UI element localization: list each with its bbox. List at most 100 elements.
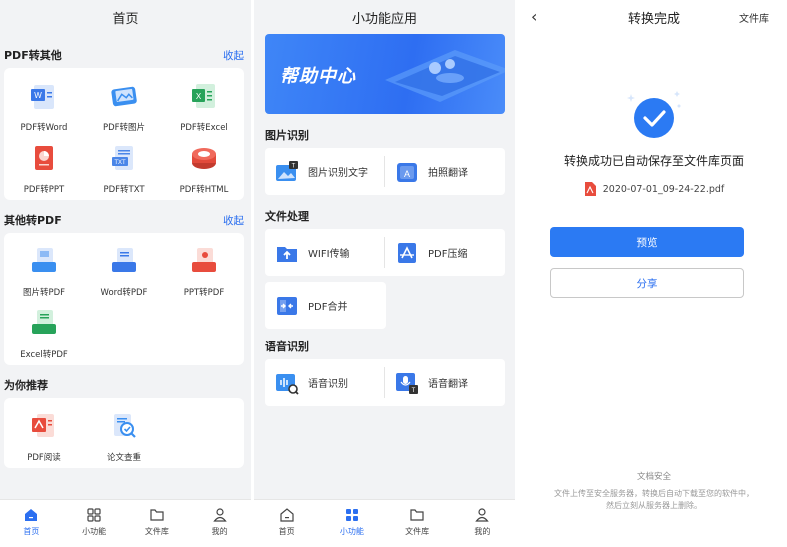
back-icon[interactable]: ‹ (531, 7, 537, 26)
other-to-pdf-card: 图片转PDF Word转PDF PPT转PDF Excel转PDF (4, 233, 244, 365)
library-link[interactable]: 文件库 (739, 10, 769, 25)
home-icon (280, 508, 294, 522)
pdf-file-icon (584, 182, 596, 196)
grid-item-label: 图片转PDF (22, 288, 66, 298)
tool-image-ocr[interactable]: T 图片识别文字 (265, 148, 385, 195)
tab-label: 我的 (211, 527, 228, 536)
grid-item-label: PPT转PDF (183, 288, 225, 298)
collapse-button[interactable]: 收起 (223, 48, 244, 63)
txt-doc-icon: TXT (112, 146, 133, 170)
grid-icon (345, 509, 358, 521)
image-to-pdf-icon (32, 248, 56, 272)
bottom-tab-bar: 首页 小功能 文件库 我的 (254, 499, 515, 547)
grid-item-word-to-pdf[interactable]: Word转PDF (84, 239, 164, 301)
grid-item-image-to-pdf[interactable]: 图片转PDF (4, 239, 84, 301)
group-title: 文件处理 (265, 210, 309, 223)
tab-me[interactable]: 我的 (188, 500, 251, 547)
grid-item-label: PDF转TXT (103, 185, 145, 195)
banner-title: 帮助中心 (280, 66, 356, 87)
preview-button[interactable]: 预览 (550, 227, 744, 257)
home-screen: 首页 PDF转其他 收起 W PDF转Word PDF转图片 X PDF转Exc… (0, 0, 251, 547)
result-screen: ‹ 转换完成 文件库 转换成功已自动保存至文件库页面 2020-07-01_09… (521, 0, 787, 547)
tab-label: 小功能 (339, 527, 364, 536)
grid-item-pdf-to-image[interactable]: PDF转图片 (84, 74, 164, 136)
tab-home[interactable]: 首页 (254, 500, 319, 547)
grid-item-label: Excel转PDF (20, 350, 68, 360)
voice-recognition-icon (276, 373, 299, 395)
person-icon (475, 508, 490, 522)
grid-item-ppt-to-pdf[interactable]: PPT转PDF (164, 239, 244, 301)
grid-item-label: 论文查重 (106, 453, 141, 463)
grid-item-pdf-to-excel[interactable]: X PDF转Excel (164, 74, 244, 136)
word-doc-icon: W (31, 85, 54, 109)
bottom-tab-bar: 首页 小功能 文件库 我的 (0, 499, 251, 547)
section-title: 为你推荐 (4, 379, 48, 392)
check-circle-icon (627, 91, 681, 138)
security-description: 文件上传至安全服务器，转换后自动下载至您的软件中，然后立刻从服务器上删除。 (554, 489, 754, 510)
tab-tools[interactable]: 小功能 (319, 500, 384, 547)
recommend-card: PDF阅读 论文查重 (4, 398, 244, 468)
collapse-button[interactable]: 收起 (223, 213, 244, 228)
svg-text:T: T (292, 163, 296, 169)
excel-to-pdf-icon (32, 310, 56, 334)
group-title: 语音识别 (265, 340, 309, 353)
page-title: 小功能应用 (254, 0, 515, 34)
section-header-pdf-to-other: PDF转其他 收起 (0, 42, 251, 68)
section-title: 其他转PDF (4, 214, 62, 227)
tab-library[interactable]: 文件库 (385, 500, 450, 547)
pdf-compress-icon (398, 242, 416, 263)
tab-label: 我的 (474, 527, 491, 536)
success-message: 转换成功已自动保存至文件库页面 (563, 154, 744, 168)
svg-text:TXT: TXT (114, 160, 126, 166)
grid-item-pdf-to-txt[interactable]: TXT PDF转TXT (84, 136, 164, 198)
word-to-pdf-icon (112, 248, 136, 272)
grid-item-label: PDF转Excel (180, 123, 228, 133)
success-badge (521, 88, 787, 144)
grid-item-label: PDF阅读 (27, 453, 61, 463)
tool-wifi-transfer[interactable]: WIFI传输 (265, 229, 385, 276)
share-button[interactable]: 分享 (550, 268, 744, 298)
image-doc-icon (111, 86, 137, 107)
pdf-merge-icon (277, 296, 297, 315)
grid-item-pdf-to-html[interactable]: PDF转HTML (164, 136, 244, 198)
grid-item-label: PDF转PPT (23, 185, 65, 195)
output-file: 2020-07-01_09-24-22.pdf (521, 182, 787, 196)
photo-translate-icon: A (397, 162, 417, 182)
svg-text:X: X (196, 92, 202, 101)
tab-tools[interactable]: 小功能 (63, 500, 126, 547)
grid-item-pdf-to-ppt[interactable]: PDF转PPT (4, 136, 84, 198)
home-icon (25, 509, 38, 521)
paper-check-icon (114, 414, 136, 438)
security-title: 文档安全 (636, 472, 671, 482)
svg-text:A: A (404, 169, 410, 179)
tool-photo-translate[interactable]: A 拍照翻译 (385, 148, 505, 195)
help-center-banner[interactable]: 帮助中心 (265, 34, 505, 114)
folder-icon (410, 509, 424, 521)
section-header-other-to-pdf: 其他转PDF 收起 (0, 207, 251, 233)
grid-item-pdf-reader[interactable]: PDF阅读 (4, 404, 84, 466)
tool-voice-recognition[interactable]: 语音识别 (265, 359, 385, 406)
tab-label: 小功能 (82, 527, 107, 536)
tool-pdf-compress[interactable]: PDF压缩 (385, 229, 505, 276)
folder-icon (150, 509, 164, 521)
svg-text:W: W (34, 91, 42, 100)
tool-pdf-merge[interactable]: PDF合并 (265, 282, 386, 329)
pdf-to-other-card: W PDF转Word PDF转图片 X PDF转Excel PDF转PPT TX… (4, 68, 244, 200)
grid-item-excel-to-pdf[interactable]: Excel转PDF (4, 301, 84, 363)
image-ocr-icon: T (276, 160, 298, 181)
tools-screen: 小功能应用 帮助中心 图片识别 T 图片识别文字 A 拍照翻译 文件处理 WIF… (254, 0, 515, 547)
tool-voice-translate[interactable]: T 语音翻译 (385, 359, 505, 406)
tab-home[interactable]: 首页 (0, 500, 63, 547)
tab-me[interactable]: 我的 (450, 500, 515, 547)
tool-label: 拍照翻译 (428, 168, 468, 179)
tab-library[interactable]: 文件库 (126, 500, 189, 547)
pdf-reader-icon (32, 414, 54, 437)
tool-label: 语音识别 (308, 379, 348, 390)
grid-item-pdf-to-word[interactable]: W PDF转Word (4, 74, 84, 136)
tab-label: 文件库 (144, 527, 169, 536)
grid-item-paper-check[interactable]: 论文查重 (84, 404, 164, 466)
group-title: 图片识别 (265, 129, 309, 142)
section-title: PDF转其他 (4, 49, 62, 62)
tab-label: 首页 (23, 527, 40, 536)
voice-translate-icon: T (396, 372, 418, 394)
